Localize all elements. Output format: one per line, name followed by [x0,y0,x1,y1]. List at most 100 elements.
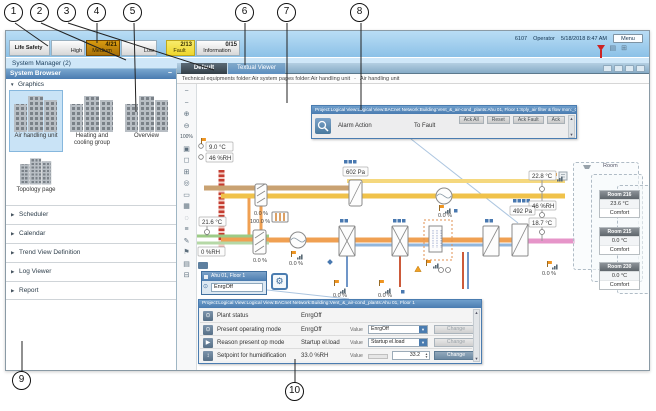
reset-button[interactable]: Reset [487,116,510,124]
life-safety-button[interactable]: Life Safety [9,40,50,56]
zoom-fit-icon[interactable]: ▣ [183,145,190,154]
ack-fault-button[interactable]: Ack Fault [513,116,544,124]
operating-mode-dropdown[interactable]: EnrgOff▾ [368,325,428,334]
property-name: Present operating mode [217,327,281,333]
high-alarms-button[interactable]: High [51,40,85,56]
recirc-damper-b-value: 100.0 % [250,219,270,225]
print-icon[interactable]: ⊟ [184,271,190,280]
minus-icon-2[interactable]: − [184,99,188,108]
graphics-section-header[interactable]: ▼ Graphics [6,79,176,90]
graphics-tile-overview[interactable]: Overview [120,90,173,152]
change-button[interactable]: Change [434,338,478,347]
extract-humidity-value: 0 %RH [201,250,220,256]
layout-icon-4[interactable] [636,65,645,72]
property-row: ⊙ Plant status EnrgOff [200,309,472,322]
change-button[interactable]: Change [434,351,478,360]
callout-10: 10 [285,382,304,401]
minimize-icon[interactable]: − [168,69,172,79]
sidebar-item-calendar[interactable]: ▶Calendar [6,224,176,243]
scroll-down-icon[interactable]: ▼ [570,132,574,137]
graphics-tile-heating-cooling-group[interactable]: Heating and cooling group [65,90,119,152]
information-alarms-button[interactable]: 0/15Information [196,40,240,56]
ack-all-button[interactable]: Ack All [459,116,484,124]
zoom-out-icon[interactable]: ⊖ [184,122,190,131]
callout-4: 4 [87,3,106,22]
document-icon[interactable]: ▤ [183,260,190,269]
recirc-damper-a-value: 0.0 % [254,211,268,217]
setpoint-spinner[interactable]: 33.2▲▼ [392,351,430,360]
property-value: EnrgOff [301,327,322,333]
event-list-icon[interactable]: ▤ [610,45,617,53]
system-browser-pane: System Browser − ▼ Graphics Air handling… [6,69,177,370]
select-rect-icon[interactable]: ▭ [183,191,190,200]
sidebar-item-report[interactable]: ▶Report [6,281,176,300]
graphics-toolbar: − − ⊕ ⊖ 100% ▣ ◻ ⊞ ◎ ▭ ▦ ◌ ≡ ✎ ⚑ ▤ ⊟ [177,84,197,370]
layout-icon-3[interactable] [625,65,634,72]
plant-widget-header: Ahu 01, Floor 1 [202,272,266,281]
tab-textual-viewer[interactable]: Textual Viewer [227,63,285,74]
layout-icon-1[interactable] [603,65,612,72]
panel-layout-icon[interactable]: ⊞ [621,45,627,53]
plant-widget-body: ⊙ EnrgOff [202,281,266,294]
dropdown-arrow-icon: ▾ [419,326,427,333]
minus-icon[interactable]: − [184,87,188,96]
sidebar-item-log-viewer[interactable]: ▶Log Viewer [6,262,176,281]
zoom-in-icon[interactable]: ⊕ [184,110,190,119]
low-alarms-button[interactable]: Low [121,40,157,56]
medium-alarms-button[interactable]: 4/21Medium [86,40,120,56]
reason-dropdown[interactable]: Startup el.load▾ [368,338,428,347]
alarm-popup-scrollbar[interactable]: ▲▼ [568,115,575,138]
zoom-selection-icon[interactable]: ◻ [184,156,190,165]
magnifier-icon[interactable]: ◎ [183,179,189,188]
alarm-filter-icon[interactable] [597,45,605,51]
property-name: Reason present op mode [217,340,284,346]
tab-bar-icons [603,65,645,72]
dropdown-arrow-icon: ▾ [419,339,427,346]
property-row: ⊙ Present operating mode EnrgOff Value E… [200,322,472,335]
flag-icon[interactable]: ⚑ [183,248,189,257]
layers-icon[interactable]: ≡ [184,225,188,234]
recirculation-damper [255,184,267,206]
system-browser-header: System Browser − [6,69,176,79]
sidebar-item-scheduler[interactable]: ▶Scheduler [6,205,176,224]
extract-temp-value: 21.6 °C [202,220,223,226]
filter-pressure-value: 492 Pa [513,209,533,215]
sidebar-item-trend-view-definition[interactable]: ▶Trend View Definition [6,243,176,262]
scroll-up-icon[interactable]: ▲ [570,116,574,121]
popup-connector-lines [267,139,518,299]
spinner-arrows-icon[interactable]: ▲▼ [425,353,428,359]
chevron-down-icon: ▼ [10,79,14,90]
power-icon: ⊙ [203,283,208,292]
menu-button[interactable]: Menu [613,34,643,43]
grid-icon[interactable]: ▦ [183,202,190,211]
app-window: Life Safety High 4/21Medium Low 2/13Faul… [5,30,650,371]
properties-popup: Project:Logical View:Logical View:BACnet… [198,299,482,364]
graphics-tile-topology-page[interactable]: Topology page [9,155,63,203]
chevron-right-icon: ▶ [11,212,14,218]
properties-popup-title: Project:Logical View:Logical View:BACnet… [199,300,481,308]
scroll-down-icon[interactable]: ▼ [475,356,479,361]
fault-alarms-button[interactable]: 2/13Fault [166,40,195,56]
operating-mode-field[interactable]: EnrgOff [211,283,263,292]
pan-icon[interactable]: ⊞ [184,168,190,177]
lasso-icon[interactable]: ◌ [184,214,188,223]
power-icon: ⊙ [203,311,213,321]
property-row: ↕ Setpoint for humidification 33.0 %RH V… [200,348,472,361]
ack-button[interactable]: Ack [547,116,565,124]
scroll-up-icon[interactable]: ▲ [475,310,479,315]
property-row: ▶ Reason present op mode Startup el.load… [200,335,472,348]
building-icon [14,94,58,132]
property-name: Plant status [217,313,248,319]
alarm-state-label: To Fault [414,123,435,129]
alarm-source-icon [315,118,331,134]
property-value: 33.0 %RH [301,353,328,359]
change-button[interactable]: Change [434,325,478,334]
graphics-tile-air-handling-unit[interactable]: Air handling unit [9,90,63,152]
tab-default[interactable]: Default [181,63,227,74]
supply-pressure-value: 602 Pa [346,170,366,176]
layout-icon-2[interactable] [614,65,623,72]
settings-button[interactable]: ⚙ [271,273,288,290]
setpoint-slider[interactable] [368,354,388,359]
edit-icon[interactable]: ✎ [184,237,190,246]
properties-popup-scrollbar[interactable]: ▲▼ [473,309,480,362]
